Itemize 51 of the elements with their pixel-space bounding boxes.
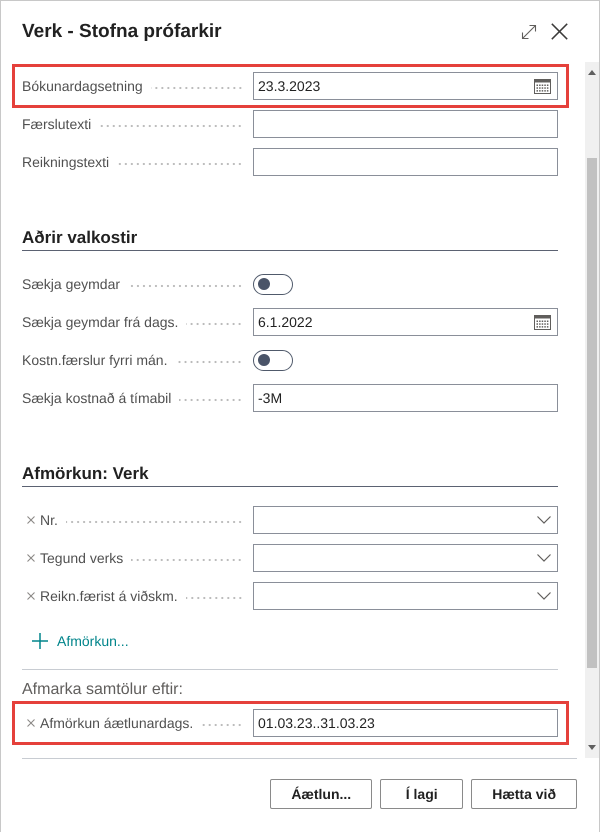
dropdown-field[interactable] [253,506,558,534]
expand-icon[interactable] [521,24,537,40]
toggle-switch[interactable] [253,350,293,370]
chevron-down-icon[interactable] [537,592,551,600]
chevron-down-icon[interactable] [537,554,551,562]
chevron-down-icon[interactable] [537,516,551,524]
dotted-leader [186,322,243,326]
field-label: Sækja geymdar frá dags. [22,314,178,330]
field-label: Tegund verks [40,550,124,566]
field-label: Nr. [40,512,58,528]
remove-icon[interactable] [27,592,35,600]
date-field[interactable]: 6.1.2022 [253,308,558,336]
toggle-switch[interactable] [253,274,293,294]
dotted-leader [201,723,243,727]
dropdown-field[interactable] [253,582,558,610]
field-label: Sækja geymdar [22,276,120,292]
scroll-down-icon[interactable] [588,745,596,750]
field-label: Afmörkun áætlunardags. [40,715,194,731]
field-label: Sækja kostnað á tímabil [22,390,172,406]
dialog-button[interactable]: Í lagi [380,779,464,809]
text-field[interactable] [253,148,558,176]
remove-icon[interactable] [27,554,35,562]
field-label: Færslutexti [22,116,92,132]
plus-icon[interactable] [32,633,48,649]
text-field[interactable]: -3M [253,384,558,412]
scrollbar-track[interactable] [585,62,599,758]
section-heading: Aðrir valkostir [22,226,558,251]
dialog-button[interactable]: Hætta við [471,779,577,809]
dotted-leader [179,398,243,402]
close-icon[interactable] [551,23,568,40]
field-label: Reikningstexti [22,154,110,170]
field-label: Reikn.færist á viðskm. [40,588,178,604]
field-label: Kostn.færslur fyrri mán. [22,352,168,368]
dialog-button[interactable]: Áætlun... [270,779,372,809]
text-field[interactable]: 01.03.23..31.03.23 [253,709,558,737]
text-field[interactable] [253,110,558,138]
dotted-leader [186,596,243,600]
field-label: Bókunardagsetning [22,78,143,94]
subsection-heading: Afmarka samtölur eftir: [22,680,184,700]
scrollbar-thumb[interactable] [587,158,597,668]
dotted-leader [175,360,243,364]
calendar-icon[interactable] [534,78,551,94]
scroll-up-icon[interactable] [588,70,596,75]
dropdown-field[interactable] [253,544,558,572]
calendar-icon[interactable] [534,314,551,330]
date-field[interactable]: 23.3.2023 [253,72,558,100]
remove-icon[interactable] [27,719,35,727]
remove-icon[interactable] [27,516,35,524]
dialog-title: Verk - Stofna prófarkir [22,20,222,42]
add-filter-link[interactable]: Afmörkun... [22,629,129,653]
section-heading: Afmörkun: Verk [22,462,558,487]
